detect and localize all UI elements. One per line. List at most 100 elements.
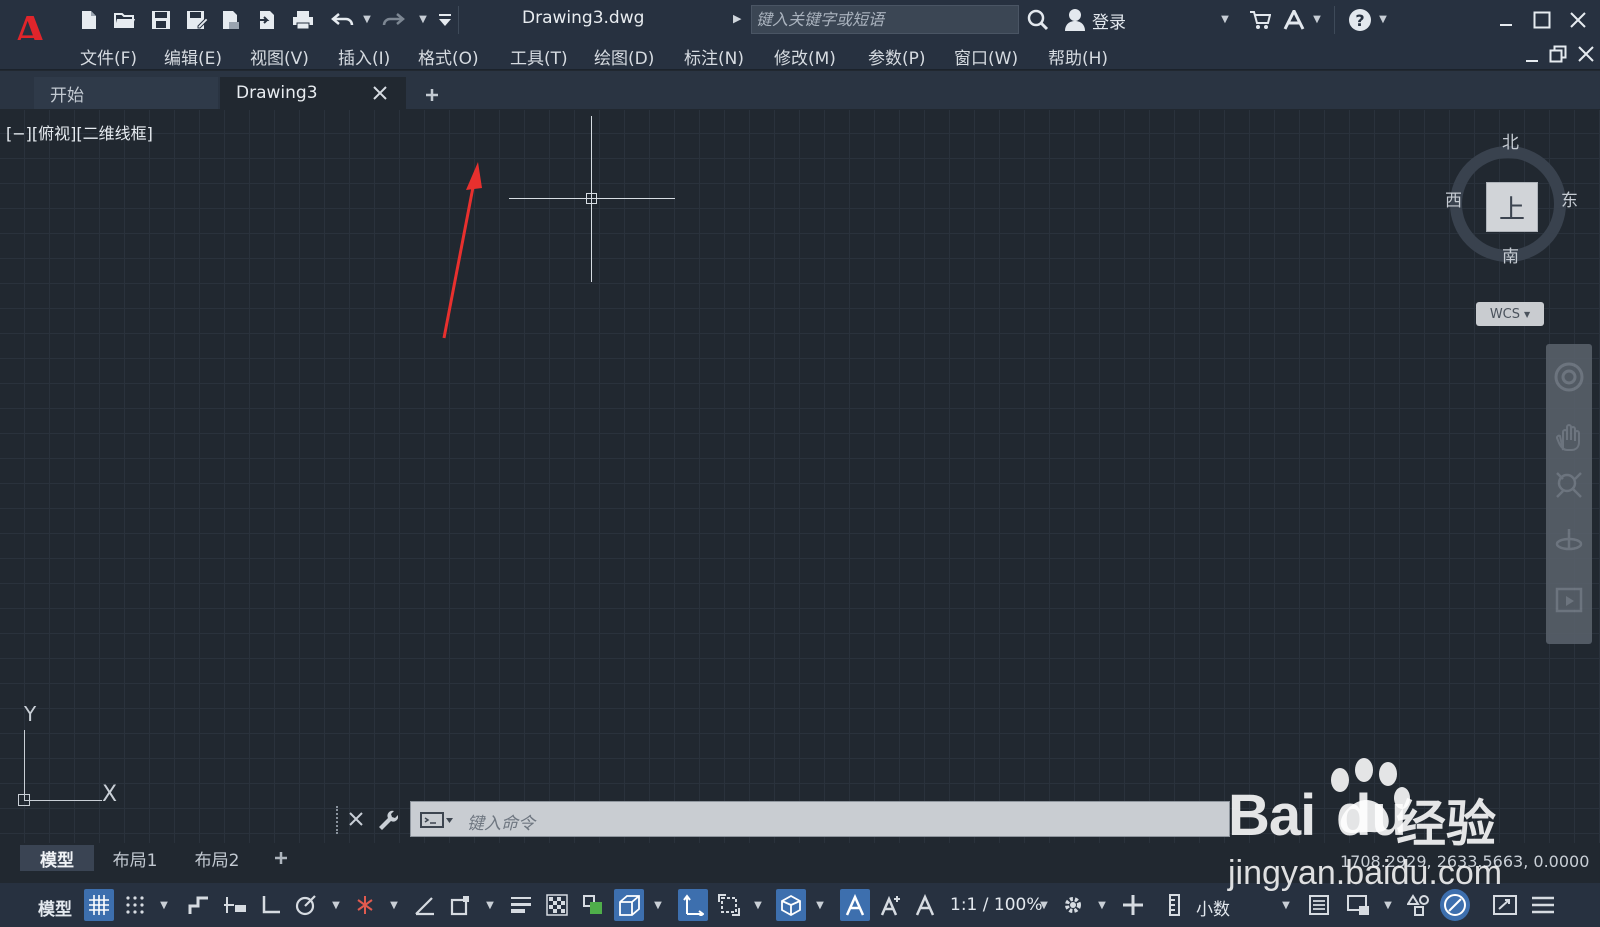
polar-dropdown-icon[interactable]: ▼ [330, 897, 342, 913]
isometric-dropdown-icon[interactable]: ▼ [388, 897, 400, 913]
help-icon[interactable]: ? [1346, 6, 1374, 34]
search-icon[interactable] [1024, 6, 1052, 34]
import-icon[interactable] [254, 8, 280, 32]
tab-start[interactable]: 开始 [34, 77, 218, 109]
dynamic-ucs-icon[interactable] [678, 889, 708, 921]
3d-osnap-dropdown-icon[interactable]: ▼ [652, 897, 664, 913]
help-dropdown-icon[interactable]: ▼ [1378, 12, 1388, 26]
print-icon[interactable] [290, 8, 316, 32]
snap-dropdown-icon[interactable]: ▼ [158, 897, 170, 913]
scale-selector[interactable]: 1:1 / 100% [950, 895, 1043, 915]
close-window-icon[interactable] [1566, 8, 1590, 32]
units-icon[interactable] [1160, 889, 1190, 921]
pan-hand-icon[interactable] [1554, 420, 1584, 454]
menu-file[interactable]: 文件(F) [80, 44, 137, 69]
viewcube[interactable]: 北 南 西 东 上 WCS ▼ [1440, 128, 1590, 326]
drawing-viewport[interactable]: [−][俯视][二维线框] 北 南 西 东 上 WCS ▼ Y X [0, 110, 1600, 846]
open-folder-icon[interactable] [112, 8, 138, 32]
undo-dropdown-icon[interactable]: ▼ [362, 12, 372, 26]
login-dropdown-icon[interactable]: ▼ [1220, 12, 1230, 26]
user-icon[interactable] [1062, 6, 1088, 34]
minimize-window-icon[interactable] [1494, 8, 1518, 32]
autodesk-a360-icon[interactable] [1280, 6, 1308, 34]
customize-toolbar-icon[interactable] [432, 8, 458, 32]
redo-icon[interactable] [380, 8, 406, 32]
command-input[interactable]: 键入命令 [410, 801, 1230, 837]
close-tab-icon[interactable] [368, 81, 392, 105]
viewport-controls-label[interactable]: [−][俯视][二维线框] [6, 120, 153, 144]
transparency-icon[interactable] [542, 889, 572, 921]
search-input[interactable]: 键入关键字或短语 [751, 5, 1019, 34]
doc-minimize-icon[interactable] [1520, 44, 1544, 68]
lineweight-icon[interactable] [506, 889, 536, 921]
add-layout-icon[interactable] [268, 845, 294, 871]
menu-modify[interactable]: 修改(M) [774, 44, 836, 69]
orbit-icon[interactable] [1554, 524, 1584, 558]
menu-draw[interactable]: 绘图(D) [594, 44, 654, 69]
selection-cycling-icon[interactable] [578, 889, 608, 921]
tab-model[interactable]: 模型 [20, 845, 94, 871]
new-file-icon[interactable] [76, 8, 102, 32]
compass-north[interactable]: 北 [1502, 128, 1519, 153]
cart-icon[interactable] [1246, 6, 1274, 34]
menu-tools[interactable]: 工具(T) [510, 44, 568, 69]
customize-wrench-icon[interactable] [374, 806, 400, 832]
menu-insert[interactable]: 插入(I) [338, 44, 390, 69]
steering-wheel-icon[interactable] [1554, 360, 1584, 394]
units-selector[interactable]: 小数 [1196, 895, 1230, 920]
command-history-icon[interactable] [417, 809, 457, 831]
compass-west[interactable]: 西 [1445, 186, 1462, 211]
selection-filter-dropdown-icon[interactable]: ▼ [752, 897, 764, 913]
snap-mode-icon[interactable] [120, 889, 150, 921]
doc-close-icon[interactable] [1574, 42, 1598, 66]
doc-restore-icon[interactable] [1546, 42, 1570, 66]
annotation-monitor-icon[interactable] [1118, 889, 1148, 921]
menu-window[interactable]: 窗口(W) [954, 44, 1018, 69]
maximize-window-icon[interactable] [1530, 8, 1554, 32]
viewcube-top-face[interactable]: 上 [1486, 182, 1538, 232]
scale-dropdown-icon[interactable]: ▼ [1038, 897, 1050, 913]
gear-icon[interactable] [1058, 889, 1088, 921]
publish-icon[interactable] [218, 8, 244, 32]
menu-parametric[interactable]: 参数(P) [868, 44, 926, 69]
redo-dropdown-icon[interactable]: ▼ [418, 12, 428, 26]
ortho-mode-icon[interactable] [256, 889, 286, 921]
workspace-dropdown-icon[interactable]: ▼ [1096, 897, 1108, 913]
auto-scale-icon[interactable] [876, 889, 906, 921]
zoom-extents-icon[interactable] [1554, 468, 1584, 502]
a360-dropdown-icon[interactable]: ▼ [1312, 12, 1322, 26]
command-line-grip[interactable] [336, 806, 339, 834]
gizmo-dropdown-icon[interactable]: ▼ [814, 897, 826, 913]
osnap-dropdown-icon[interactable]: ▼ [484, 897, 496, 913]
menu-view[interactable]: 视图(V) [250, 44, 309, 69]
compass-south[interactable]: 南 [1502, 242, 1519, 267]
tab-layout2[interactable]: 布局2 [180, 845, 254, 871]
object-snap-tracking-icon[interactable] [410, 889, 440, 921]
annotation-visibility-icon[interactable] [840, 889, 870, 921]
tab-layout1[interactable]: 布局1 [98, 845, 172, 871]
polar-tracking-icon[interactable] [292, 889, 322, 921]
infer-constraints-icon[interactable] [184, 889, 214, 921]
menu-dimension[interactable]: 标注(N) [684, 44, 744, 69]
menu-help[interactable]: 帮助(H) [1048, 44, 1108, 69]
compass-east[interactable]: 东 [1561, 186, 1578, 211]
3d-object-snap-icon[interactable] [614, 889, 644, 921]
isometric-drafting-icon[interactable] [350, 889, 380, 921]
wcs-dropdown[interactable]: WCS ▼ [1476, 302, 1544, 326]
close-command-line-icon[interactable] [344, 806, 368, 832]
dynamic-input-icon[interactable] [220, 889, 250, 921]
menu-edit[interactable]: 编辑(E) [164, 44, 222, 69]
new-tab-icon[interactable] [420, 83, 444, 107]
selection-filter-icon[interactable] [714, 889, 744, 921]
annotation-scale-icon[interactable] [910, 889, 940, 921]
undo-icon[interactable] [330, 8, 356, 32]
grid-icon[interactable] [84, 889, 114, 921]
menu-format[interactable]: 格式(O) [418, 44, 479, 69]
login-link[interactable]: 登录 [1092, 8, 1126, 33]
showmotion-icon[interactable] [1554, 584, 1584, 618]
search-expand-icon[interactable]: ▶ [733, 12, 743, 26]
gizmo-icon[interactable] [776, 889, 806, 921]
object-snap-icon[interactable] [446, 889, 476, 921]
save-icon[interactable] [148, 8, 174, 32]
save-as-icon[interactable] [184, 8, 210, 32]
